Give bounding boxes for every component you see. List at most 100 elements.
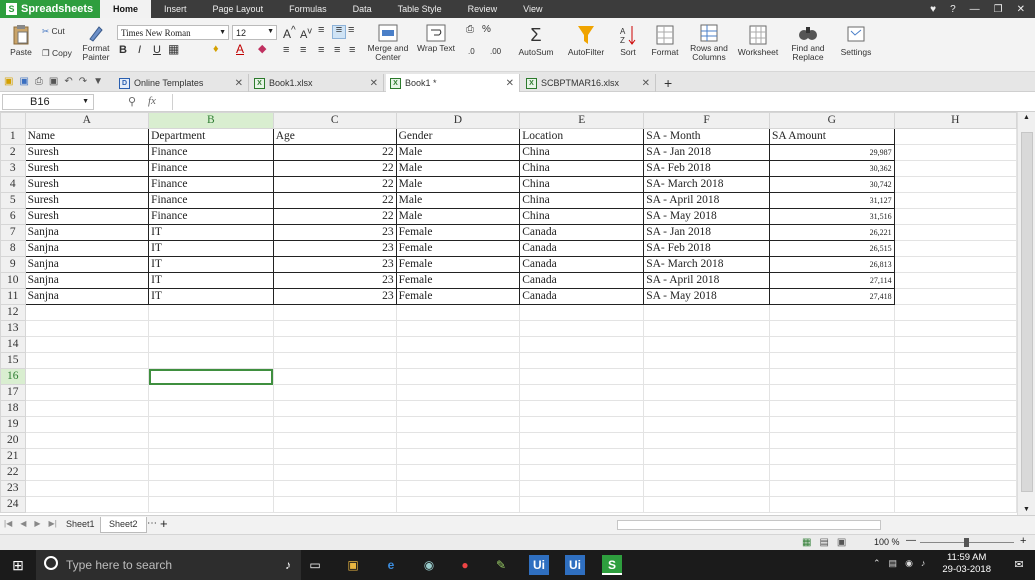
- cell-e20[interactable]: [519, 432, 645, 449]
- decrease-decimal-button[interactable]: .00: [490, 47, 501, 56]
- cell-d4[interactable]: Male: [395, 176, 521, 193]
- cell-a21[interactable]: [24, 448, 150, 465]
- cell-h14[interactable]: [893, 336, 1017, 353]
- menu-page-layout[interactable]: Page Layout: [200, 0, 277, 18]
- wrap-text-button[interactable]: Wrap Text: [414, 24, 458, 53]
- cell-e13[interactable]: [519, 320, 645, 337]
- cell-c19[interactable]: [272, 416, 397, 433]
- align-left-button[interactable]: ≡: [283, 45, 289, 56]
- row-header[interactable]: 2: [0, 144, 26, 161]
- cell-f6[interactable]: SA - May 2018: [643, 208, 770, 225]
- menu-review[interactable]: Review: [455, 0, 511, 18]
- cell-c15[interactable]: [272, 352, 397, 369]
- copy-button[interactable]: ❐ Copy: [42, 49, 72, 58]
- tab-book1-xlsx[interactable]: X Book1.xlsx ✕: [250, 74, 384, 92]
- cell-b18[interactable]: [148, 400, 274, 417]
- cell-b7[interactable]: IT: [148, 224, 274, 241]
- row-header[interactable]: 9: [0, 256, 26, 273]
- merge-center-button[interactable]: Merge and Center: [366, 24, 410, 62]
- uipath-robot-icon[interactable]: Ui: [565, 555, 585, 575]
- save-icon[interactable]: ▣: [19, 76, 28, 87]
- cell-c7[interactable]: 23: [272, 224, 397, 241]
- cell-b10[interactable]: IT: [148, 272, 274, 289]
- percent-button[interactable]: %: [482, 25, 491, 35]
- row-header[interactable]: 15: [0, 352, 26, 369]
- shrink-font-button[interactable]: Av: [300, 25, 312, 40]
- minimize-icon[interactable]: —: [970, 4, 980, 15]
- restore-icon[interactable]: ❐: [994, 4, 1003, 15]
- cell-e14[interactable]: [519, 336, 645, 353]
- cell-g8[interactable]: 26,515: [768, 240, 895, 257]
- cell-c3[interactable]: 22: [272, 160, 397, 177]
- cell-e6[interactable]: China: [519, 208, 645, 225]
- format-button[interactable]: Format: [646, 24, 684, 57]
- row-header[interactable]: 6: [0, 208, 26, 225]
- row-header[interactable]: 24: [0, 496, 26, 513]
- preview-icon[interactable]: ▣: [49, 76, 58, 87]
- row-header[interactable]: 12: [0, 304, 26, 321]
- cell-b1[interactable]: Department: [148, 128, 274, 145]
- cell-g17[interactable]: [768, 384, 895, 401]
- cell-a23[interactable]: [24, 480, 150, 497]
- tab-online-templates[interactable]: D Online Templates ✕: [115, 74, 249, 92]
- cell-c23[interactable]: [272, 480, 397, 497]
- print-icon[interactable]: ⎙: [35, 76, 43, 87]
- cell-d3[interactable]: Male: [395, 160, 521, 177]
- cell-b19[interactable]: [148, 416, 274, 433]
- font-name-select[interactable]: Times New Roman ▼: [117, 25, 229, 40]
- cell-f22[interactable]: [643, 464, 770, 481]
- cell-h21[interactable]: [893, 448, 1017, 465]
- cell-b15[interactable]: [148, 352, 274, 369]
- row-header[interactable]: 3: [0, 160, 26, 177]
- cell-h3[interactable]: [893, 160, 1017, 177]
- cell-h16[interactable]: [893, 368, 1017, 385]
- close-icon[interactable]: ✕: [1017, 4, 1025, 15]
- cell-g12[interactable]: [768, 304, 895, 321]
- cell-h4[interactable]: [893, 176, 1017, 193]
- last-sheet-icon[interactable]: ▶|: [49, 519, 57, 528]
- cell-a8[interactable]: Sanjna: [24, 240, 150, 257]
- cell-a3[interactable]: Suresh: [24, 160, 150, 177]
- cell-h19[interactable]: [893, 416, 1017, 433]
- cell-d21[interactable]: [395, 448, 521, 465]
- uipath-icon[interactable]: Ui: [529, 555, 549, 575]
- cell-c9[interactable]: 23: [272, 256, 397, 273]
- cell-c10[interactable]: 23: [272, 272, 397, 289]
- cell-h17[interactable]: [893, 384, 1017, 401]
- cell-f1[interactable]: SA - Month: [643, 128, 770, 145]
- cell-f11[interactable]: SA - May 2018: [643, 288, 770, 305]
- cell-f17[interactable]: [643, 384, 770, 401]
- cell-f8[interactable]: SA- Feb 2018: [643, 240, 770, 257]
- cell-e10[interactable]: Canada: [519, 272, 645, 289]
- volume-icon[interactable]: ♪: [921, 558, 926, 569]
- cell-d15[interactable]: [395, 352, 521, 369]
- cell-b11[interactable]: IT: [148, 288, 274, 305]
- menu-formulas[interactable]: Formulas: [276, 0, 340, 18]
- formula-input[interactable]: [172, 94, 1032, 110]
- cell-a18[interactable]: [24, 400, 150, 417]
- windows-start-icon[interactable]: ⊞: [8, 555, 28, 575]
- cell-b24[interactable]: [148, 496, 274, 513]
- column-header-a[interactable]: A: [24, 112, 150, 129]
- cell-d9[interactable]: Female: [395, 256, 521, 273]
- cell-e1[interactable]: Location: [519, 128, 645, 145]
- cell-g3[interactable]: 30,362: [768, 160, 895, 177]
- row-header[interactable]: 8: [0, 240, 26, 257]
- cell-b16[interactable]: [148, 368, 274, 385]
- cell-g22[interactable]: [768, 464, 895, 481]
- cell-c4[interactable]: 22: [272, 176, 397, 193]
- cell-f24[interactable]: [643, 496, 770, 513]
- font-color-button[interactable]: A: [236, 43, 244, 55]
- page-layout-view-icon[interactable]: ▤: [819, 537, 828, 548]
- cell-g1[interactable]: SA Amount: [768, 128, 895, 145]
- cell-g16[interactable]: [768, 368, 895, 385]
- column-header-e[interactable]: E: [519, 112, 645, 129]
- cell-e5[interactable]: China: [519, 192, 645, 209]
- cell-d10[interactable]: Female: [395, 272, 521, 289]
- cell-g14[interactable]: [768, 336, 895, 353]
- cell-e15[interactable]: [519, 352, 645, 369]
- page-break-view-icon[interactable]: ▣: [837, 537, 846, 548]
- cell-d19[interactable]: [395, 416, 521, 433]
- sheet-tab-sheet2[interactable]: Sheet2: [100, 517, 147, 533]
- menu-view[interactable]: View: [510, 0, 555, 18]
